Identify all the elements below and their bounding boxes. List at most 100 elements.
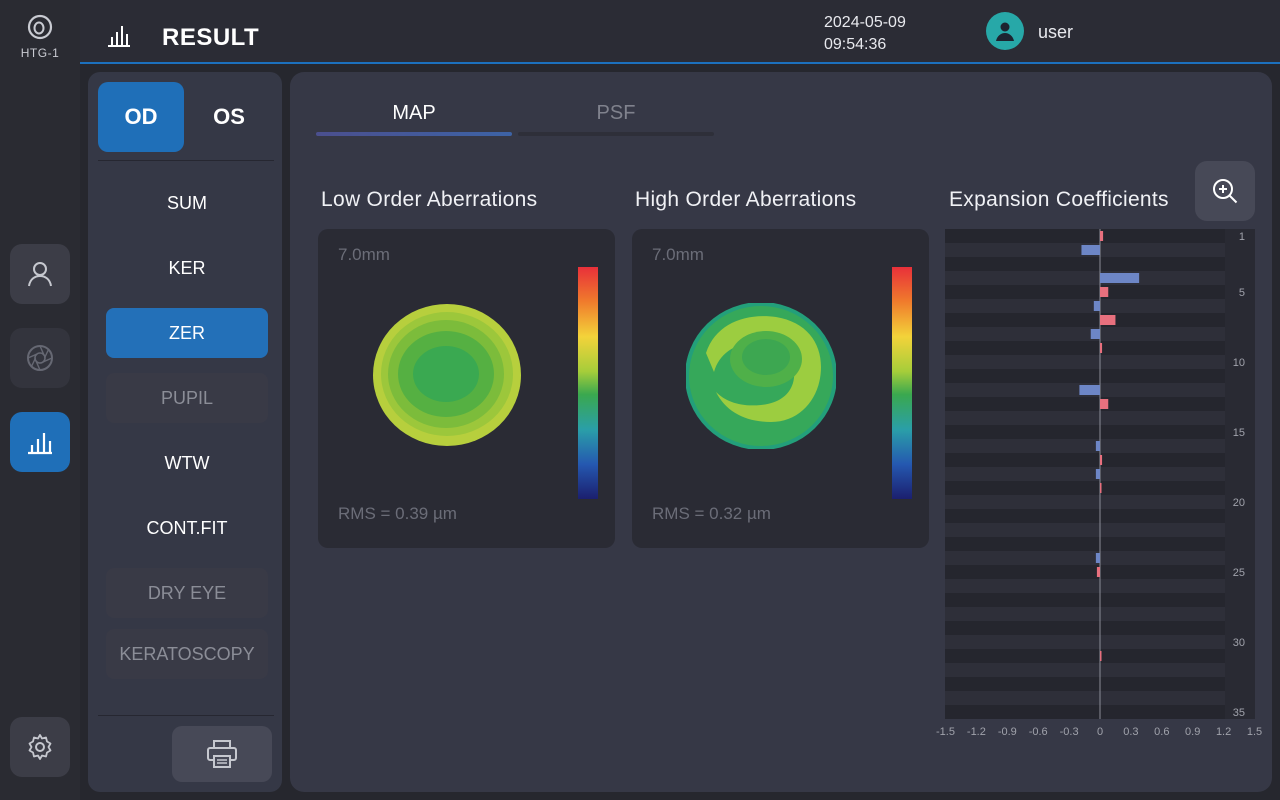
y-tick-label: 30 (1233, 637, 1245, 649)
chart-row (945, 537, 1225, 551)
rms-label: RMS = 0.39 µm (338, 504, 457, 523)
coefficients-plot: 15101520253035 (945, 229, 1245, 719)
nav-cont-fit[interactable]: CONT.FIT (106, 503, 268, 553)
chart-row (945, 453, 1225, 467)
coefficient-bar (1100, 231, 1104, 241)
page-title: RESULT (162, 24, 260, 51)
y-tick-label: 1 (1239, 231, 1245, 243)
zoom-button[interactable] (1195, 161, 1255, 221)
patient-button[interactable] (10, 244, 70, 304)
chart-row (945, 565, 1225, 579)
aperture-icon (27, 345, 53, 371)
result-icon (108, 26, 130, 47)
chart-row (945, 285, 1225, 299)
chart-row (945, 481, 1225, 495)
chart-row (945, 677, 1225, 691)
eye-od-button[interactable]: OD (98, 82, 184, 152)
nav-wtw[interactable]: WTW (106, 438, 268, 488)
logo-icon (27, 14, 53, 40)
coefficient-bar (1100, 651, 1102, 661)
settings-button[interactable] (10, 717, 70, 777)
chart-row (945, 229, 1225, 243)
app-logo: HTG-1 (15, 14, 65, 60)
header: RESULT 2024-05-09 09:54:36 user (80, 0, 1280, 64)
coefficient-bar (1100, 287, 1109, 297)
divider (98, 160, 274, 161)
low-order-map-card: 7.0mm RMS = 0.39 µm (318, 229, 615, 548)
chart-row (945, 509, 1225, 523)
coefficient-bar (1095, 441, 1100, 451)
time: 09:54:36 (824, 36, 887, 53)
chart-row (945, 621, 1225, 635)
chart-row (945, 635, 1225, 649)
nav-keratoscopy[interactable]: KERATOSCOPY (106, 629, 268, 679)
nav-zer[interactable]: ZER (106, 308, 268, 358)
tab-psf-indicator (518, 132, 714, 136)
x-tick-label: -0.6 (1029, 726, 1048, 738)
chart-row (945, 607, 1225, 621)
chart-row (945, 369, 1225, 383)
chart-row (945, 341, 1225, 355)
tab-psf[interactable]: PSF (518, 102, 714, 125)
tab-map[interactable]: MAP (316, 102, 512, 125)
map-size-label: 7.0mm (652, 245, 704, 264)
chart-row (945, 495, 1225, 509)
chart-row (945, 425, 1225, 439)
nav-sum[interactable]: SUM (106, 178, 268, 228)
print-button[interactable] (172, 726, 272, 782)
low-order-title: Low Order Aberrations (321, 188, 538, 211)
y-tick-label: 10 (1233, 357, 1245, 369)
coefficient-bar (1093, 301, 1100, 311)
chart-row (945, 551, 1225, 565)
x-tick-label: 0.3 (1123, 726, 1138, 738)
divider (98, 715, 274, 716)
coefficient-bar (1095, 469, 1100, 479)
low-color-scale (578, 267, 598, 499)
chart-row (945, 593, 1225, 607)
low-order-map (373, 304, 521, 446)
chart-row (945, 271, 1225, 285)
chart-row (945, 663, 1225, 677)
high-color-scale (892, 267, 912, 499)
coefficients-title: Expansion Coefficients (949, 188, 1169, 211)
coefficient-bar (1100, 273, 1140, 283)
y-tick-label: 20 (1233, 497, 1245, 509)
coefficient-bar (1079, 385, 1100, 395)
x-tick-label: 0 (1097, 726, 1103, 738)
x-tick-label: -0.3 (1060, 726, 1079, 738)
chart-row (945, 299, 1225, 313)
x-tick-label: -1.2 (967, 726, 986, 738)
coefficient-bar (1100, 455, 1103, 465)
person-icon (28, 262, 52, 287)
x-tick-label: 0.6 (1154, 726, 1169, 738)
logo-text: HTG-1 (20, 46, 60, 60)
gear-icon (28, 734, 52, 760)
bar-chart-icon (28, 433, 52, 455)
result-button[interactable] (10, 412, 70, 472)
chart-row (945, 257, 1225, 271)
nav-pupil[interactable]: PUPIL (106, 373, 268, 423)
y-tick-label: 35 (1233, 707, 1245, 719)
zoom-in-icon (1213, 179, 1238, 204)
eye-os-button[interactable]: OS (186, 82, 272, 152)
map-size-label: 7.0mm (338, 245, 390, 264)
rms-label: RMS = 0.32 µm (652, 504, 771, 523)
chart-row (945, 691, 1225, 705)
high-order-map (686, 303, 836, 449)
y-tick-label: 5 (1239, 287, 1245, 299)
coefficient-bar (1100, 343, 1103, 353)
sidebar: OD OS SUM KER ZER PUPIL WTW CONT.FIT DRY… (88, 72, 282, 792)
avatar[interactable] (986, 12, 1024, 50)
measure-button[interactable] (10, 328, 70, 388)
user-icon (996, 22, 1014, 41)
nav-dry-eye[interactable]: DRY EYE (106, 568, 268, 618)
left-rail: HTG-1 (0, 0, 80, 800)
printer-icon (207, 740, 237, 768)
main-panel: MAP PSF Low Order Aberrations High Order… (290, 72, 1272, 792)
nav-ker[interactable]: KER (106, 243, 268, 293)
coefficient-bar (1095, 553, 1100, 563)
x-tick-label: 1.5 (1247, 726, 1262, 738)
coefficients-chart: 1 5 10 15 20 25 30 35 (945, 229, 1255, 719)
chart-row (945, 327, 1225, 341)
date: 2024-05-09 (824, 14, 906, 31)
